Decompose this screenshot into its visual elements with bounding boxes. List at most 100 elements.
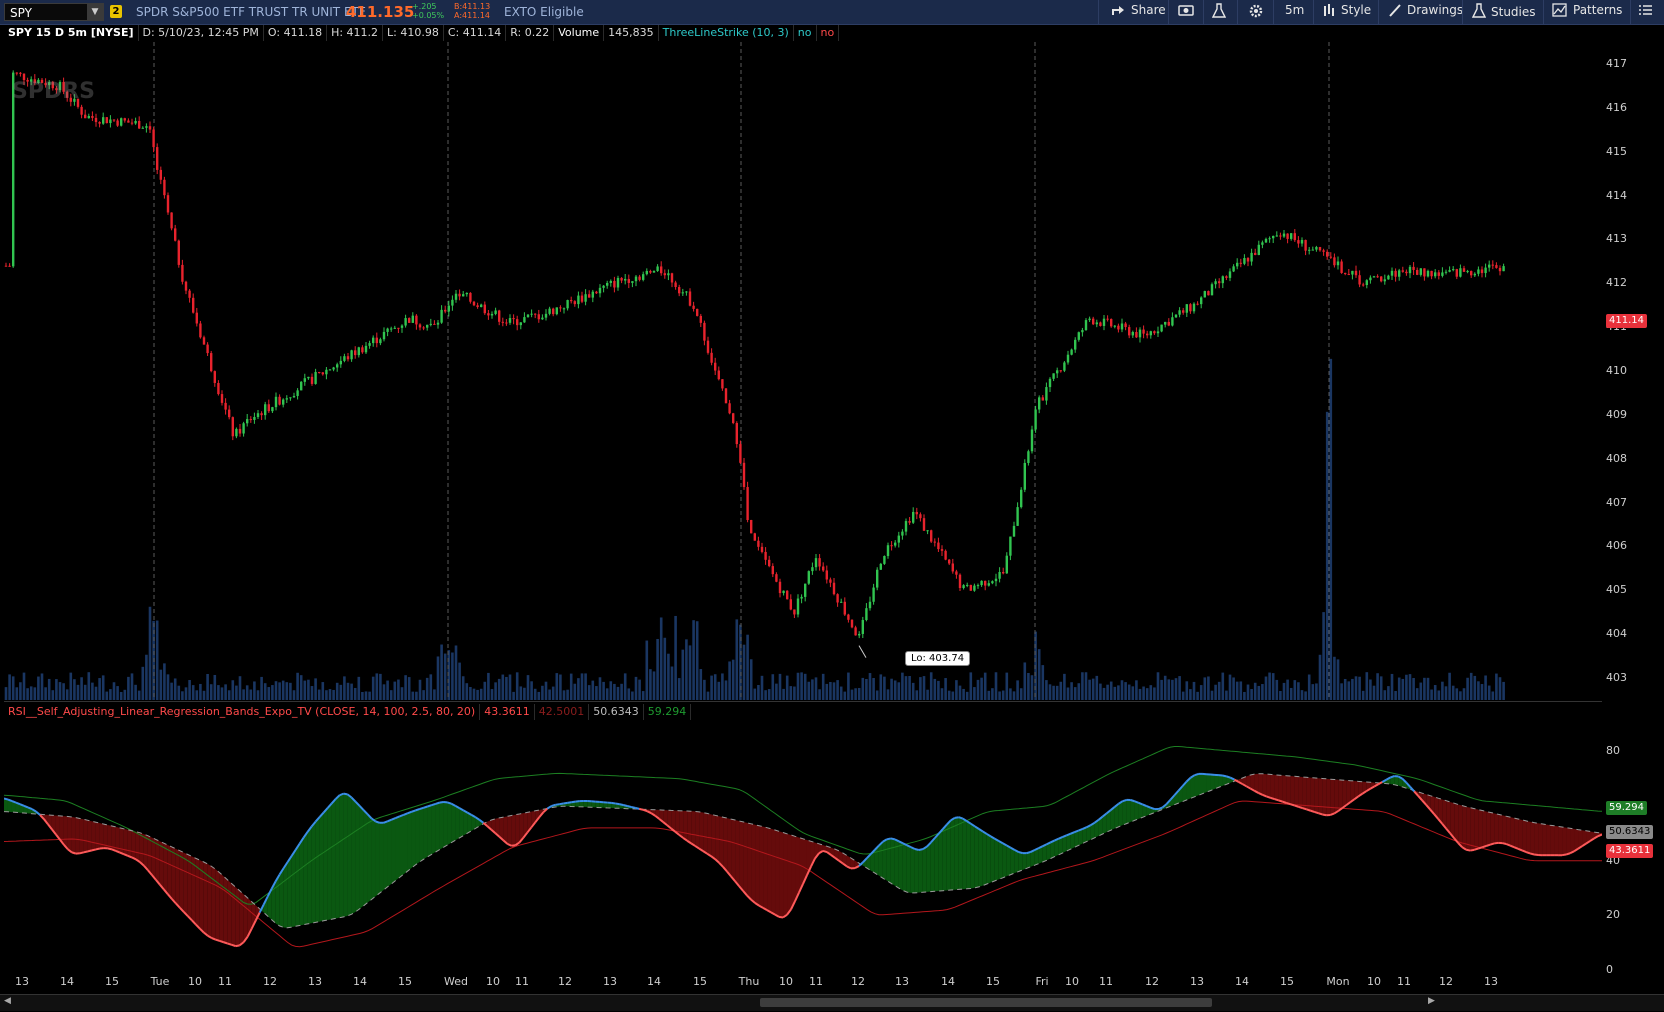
rsi-line-segment xyxy=(227,942,233,946)
symbol-input[interactable]: SPY ▼ xyxy=(4,3,104,21)
rsi-line-segment xyxy=(1473,847,1479,851)
time-tick-label: 13 xyxy=(1484,975,1498,988)
rsi-line-segment xyxy=(1278,799,1283,803)
candle-body xyxy=(256,413,260,418)
candle-body xyxy=(1110,319,1113,327)
toolbar-divider xyxy=(1237,0,1238,24)
volume-bar xyxy=(1480,684,1484,700)
volume-bar xyxy=(325,690,328,700)
bull-fill xyxy=(898,841,903,891)
rsi-line-segment xyxy=(626,805,632,808)
studies-button[interactable]: Studies xyxy=(1471,3,1536,21)
rsi-chart[interactable] xyxy=(4,722,1602,974)
volume-bar xyxy=(1081,672,1084,700)
chevron-down-icon[interactable]: ▼ xyxy=(87,4,103,20)
horizontal-scrollbar[interactable]: ◀ ▶ xyxy=(0,994,1664,1011)
volume-bar xyxy=(494,682,497,700)
rsi-axis[interactable]: 80604020059.29450.634343.3611 xyxy=(1602,722,1664,977)
bear-fill xyxy=(1534,822,1539,856)
flask-button[interactable] xyxy=(1211,3,1231,21)
price-chart[interactable]: SPDRS xyxy=(4,42,1602,700)
link-group-badge[interactable]: 2 xyxy=(110,5,122,18)
bull-fill xyxy=(283,862,288,928)
bear-fill xyxy=(187,854,192,921)
candle-body xyxy=(1448,270,1451,272)
volume-bar xyxy=(1232,677,1235,700)
volume-bar xyxy=(227,690,231,700)
volume-bar xyxy=(1322,612,1325,700)
bear-fill xyxy=(123,828,128,856)
symbol-text: SPY xyxy=(10,6,32,20)
time-tick-label: 15 xyxy=(693,975,707,988)
bull-fill xyxy=(918,849,923,893)
toolbar-divider xyxy=(1098,0,1099,24)
share-button[interactable]: Share xyxy=(1110,3,1166,21)
candle-body xyxy=(1020,489,1023,508)
volume-bar xyxy=(339,684,343,700)
volume-label[interactable]: Volume xyxy=(554,25,605,41)
volume-bar xyxy=(397,679,400,700)
candle-body xyxy=(588,294,591,298)
rsi-line-segment xyxy=(107,847,113,851)
volume-bar xyxy=(1066,687,1070,700)
scroll-left-icon[interactable]: ◀ xyxy=(4,996,11,1006)
snapshot-button[interactable] xyxy=(1178,3,1199,21)
bear-fill xyxy=(1286,775,1291,805)
price-tick-label: 416 xyxy=(1606,100,1627,114)
candle-body xyxy=(728,403,731,414)
panel-divider[interactable] xyxy=(4,701,1602,702)
volume-bar xyxy=(1189,689,1192,700)
candle-body xyxy=(1434,272,1437,277)
scroll-right-icon[interactable]: ▶ xyxy=(1428,996,1435,1006)
candle-body xyxy=(541,317,544,320)
candle-body xyxy=(1232,266,1235,272)
volume-bar xyxy=(1037,649,1041,700)
patterns-button[interactable]: Patterns xyxy=(1552,3,1622,21)
volume-bar xyxy=(375,673,379,700)
bear-fill xyxy=(211,866,216,940)
time-axis[interactable]: 13 14 15 Tue 10 11 12 13 14 15 Wed 10 11 12 13 14 15 Thu 1… xyxy=(4,975,1602,991)
rsi-value-tag: 43.3611 xyxy=(1606,844,1654,859)
chart-title[interactable]: SPY 15 D 5m [NYSE] xyxy=(4,25,139,41)
menu-button[interactable] xyxy=(1638,3,1659,21)
candle-body xyxy=(1423,268,1426,277)
candle-body xyxy=(768,559,771,567)
exto-eligible-link[interactable]: EXTO Eligible xyxy=(504,5,584,19)
bull-fill xyxy=(1002,843,1007,878)
rsi-study-name[interactable]: RSI__Self_Adjusting_Linear_Regression_Ba… xyxy=(4,704,481,720)
candle-body xyxy=(678,287,681,294)
volume-bar xyxy=(350,683,353,700)
bull-fill xyxy=(311,821,316,924)
volume-bar xyxy=(1163,675,1167,700)
bear-fill xyxy=(1538,823,1543,856)
bid-ask: B:411.13 A:411.14 xyxy=(454,2,490,20)
rsi-line-segment xyxy=(551,803,556,808)
drawings-button[interactable]: Drawings xyxy=(1388,3,1463,21)
candle-body xyxy=(710,352,713,363)
rsi-line-segment xyxy=(611,801,616,805)
volume-bar xyxy=(443,653,447,700)
bull-fill xyxy=(886,838,891,884)
timeframe-button[interactable]: 5m xyxy=(1285,3,1304,21)
style-button[interactable]: Style xyxy=(1322,3,1371,21)
candle-body xyxy=(782,590,785,594)
candle-body xyxy=(771,566,774,575)
scrollbar-thumb[interactable] xyxy=(760,998,1212,1007)
rsi-line-segment xyxy=(1318,812,1323,816)
volume-bar xyxy=(415,691,418,700)
candle-body xyxy=(912,511,915,523)
volume-bar xyxy=(1466,677,1469,700)
candle-body xyxy=(750,520,753,534)
settings-button[interactable] xyxy=(1248,3,1269,21)
study-value-1: no xyxy=(794,25,817,41)
candle-body xyxy=(1261,242,1264,245)
volume-bar xyxy=(541,685,544,700)
study-name[interactable]: ThreeLineStrike (10, 3) xyxy=(659,25,794,41)
volume-bar xyxy=(1196,691,1199,700)
candle-body xyxy=(433,323,436,325)
candle-body xyxy=(1279,235,1282,237)
bear-fill xyxy=(1530,821,1535,855)
price-axis[interactable]: 4174164154144134124114104094084074064054… xyxy=(1602,42,1664,702)
volume-bar xyxy=(1469,672,1473,700)
bull-fill xyxy=(295,843,300,927)
